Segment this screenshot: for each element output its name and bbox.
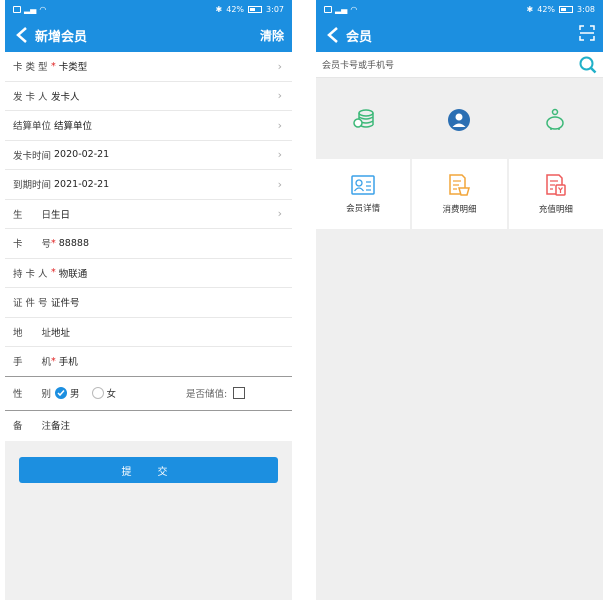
consumption-icon <box>449 174 471 196</box>
member-screen: ▂▄ ◠ ✱ 42% 3:08 会员 会员卡号或手机号 会员详情 消费明细 充值… <box>316 0 603 600</box>
stored-value-label: 是否储值: <box>186 389 228 400</box>
notification-icon <box>324 5 332 13</box>
page-title: 新增会员 <box>35 29 88 45</box>
submit-button[interactable]: 提 交 <box>19 457 278 483</box>
card-number-field[interactable]: 卡 号 * 88888 <box>5 229 292 259</box>
expiry-date-field[interactable]: 到期时间 2021-02-21 › <box>5 170 292 200</box>
card-type-field[interactable]: 卡 类 型 * 卡类型 › <box>5 52 292 82</box>
id-number-field[interactable]: 证 件 号 证件号 <box>5 288 292 318</box>
scan-icon <box>579 25 595 41</box>
male-label: 男 <box>70 389 80 400</box>
issue-date-field[interactable]: 发卡时间 2020-02-21 › <box>5 141 292 170</box>
back-button[interactable] <box>13 26 31 44</box>
page-title: 会员 <box>346 29 373 45</box>
status-time: 3:08 <box>577 4 595 14</box>
chevron-right-icon: › <box>277 59 282 73</box>
status-bar: ▂▄ ◠ ✱ 42% 3:07 <box>5 0 292 18</box>
wifi-icon: ◠ <box>39 4 47 14</box>
chevron-right-icon: › <box>277 207 282 221</box>
wifi-icon: ◠ <box>350 4 358 14</box>
battery-icon <box>248 5 263 13</box>
signal-icon: ▂▄ <box>24 4 37 14</box>
holder-field[interactable]: 持 卡 人 * 物联通 <box>5 259 292 288</box>
bluetooth-icon: ✱ <box>526 4 534 14</box>
consumption-details-tile[interactable]: 消费明细 <box>412 159 507 229</box>
stored-value-checkbox[interactable] <box>233 387 246 399</box>
battery-percent: 42% <box>537 4 556 14</box>
battery-icon <box>559 5 574 13</box>
male-radio[interactable] <box>55 387 68 399</box>
birthday-field[interactable]: 生 日 生日 › <box>5 200 292 229</box>
female-radio[interactable] <box>91 387 104 399</box>
add-member-screen: ▂▄ ◠ ✱ 42% 3:07 新增会员 清除 卡 类 型 * 卡类型 › 发 … <box>5 0 292 600</box>
address-field[interactable]: 地 址 地址 <box>5 318 292 347</box>
content-area <box>316 78 603 600</box>
scan-button[interactable] <box>579 25 595 45</box>
member-card-icon <box>351 175 375 195</box>
settlement-unit-field[interactable]: 结算单位 结算单位 › <box>5 111 292 141</box>
coins-icon[interactable] <box>351 107 377 133</box>
piggy-bank-icon[interactable] <box>542 107 568 133</box>
title-bar: 新增会员 清除 <box>5 18 292 52</box>
title-bar: 会员 <box>316 18 603 52</box>
female-label: 女 <box>106 389 117 400</box>
feature-grid: 会员详情 消费明细 充值明细 <box>316 159 603 229</box>
clear-button[interactable]: 清除 <box>260 27 284 44</box>
battery-percent: 42% <box>226 4 245 14</box>
status-time: 3:07 <box>266 4 284 14</box>
back-button[interactable] <box>324 26 342 44</box>
status-bar: ▂▄ ◠ ✱ 42% 3:08 <box>316 0 603 18</box>
issuer-field[interactable]: 发 卡 人 发卡人 › <box>5 82 292 111</box>
member-form: 卡 类 型 * 卡类型 › 发 卡 人 发卡人 › 结算单位 结算单位 › 发卡… <box>5 52 292 440</box>
phone-field[interactable]: 手 机 * 手机 <box>5 347 292 377</box>
chevron-right-icon: › <box>277 118 282 132</box>
notification-icon <box>13 5 21 13</box>
user-icon[interactable] <box>446 107 472 133</box>
member-details-tile[interactable]: 会员详情 <box>316 159 411 229</box>
gender-row: 性 别 男 女 是否储值: <box>5 377 292 411</box>
search-input[interactable]: 会员卡号或手机号 <box>322 58 579 71</box>
bluetooth-icon: ✱ <box>215 4 223 14</box>
chevron-right-icon: › <box>277 148 282 162</box>
search-button[interactable] <box>579 56 597 74</box>
search-icon <box>579 56 597 73</box>
recharge-details-tile[interactable]: 充值明细 <box>508 159 603 229</box>
chevron-right-icon: › <box>277 89 282 103</box>
recharge-icon <box>546 174 566 196</box>
remark-field[interactable]: 备 注 备注 <box>5 411 292 441</box>
chevron-right-icon: › <box>277 177 282 191</box>
chevron-left-icon <box>16 27 27 43</box>
signal-icon: ▂▄ <box>335 4 348 14</box>
chevron-left-icon <box>327 27 338 43</box>
check-icon <box>57 390 65 397</box>
search-bar: 会员卡号或手机号 <box>316 52 603 78</box>
quick-actions <box>316 92 603 148</box>
